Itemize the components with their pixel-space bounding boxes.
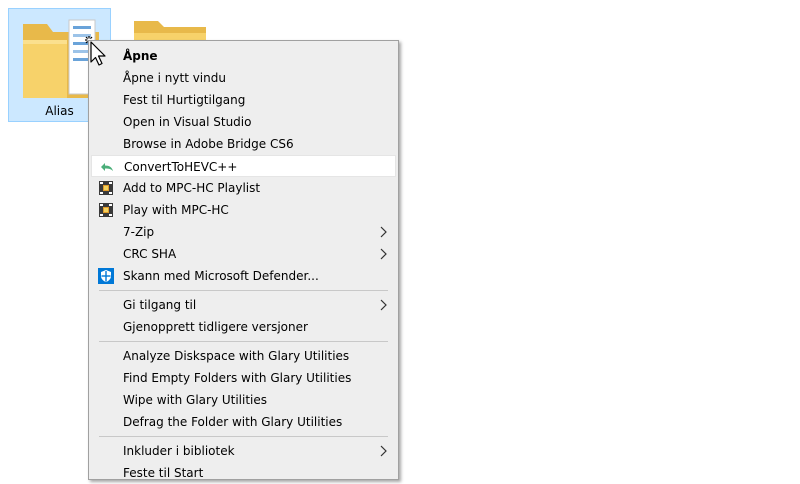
chevron-right-icon [380, 248, 387, 260]
menu-item-label: Skann med Microsoft Defender... [123, 269, 319, 283]
mpc-hc-icon [99, 203, 113, 217]
menu-item-label: Feste til Start [123, 466, 204, 480]
defender-shield-icon [98, 268, 114, 284]
menu-item-analyze-diskspace[interactable]: Analyze Diskspace with Glary Utilities [91, 345, 396, 367]
menu-item-label: Gjenopprett tidligere versjoner [123, 320, 308, 334]
menu-item-label: Find Empty Folders with Glary Utilities [123, 371, 352, 385]
menu-item-defrag[interactable]: Defrag the Folder with Glary Utilities [91, 411, 396, 433]
chevron-right-icon [380, 299, 387, 311]
menu-item-convert-hevc[interactable]: ConvertToHEVC++ [91, 155, 396, 177]
menu-item-label: Wipe with Glary Utilities [123, 393, 268, 407]
menu-item-label: Gi tilgang til [123, 298, 197, 312]
menu-item-label: ConvertToHEVC++ [124, 160, 238, 174]
menu-separator [99, 290, 388, 291]
menu-separator [99, 341, 388, 342]
menu-item-find-empty-folders[interactable]: Find Empty Folders with Glary Utilities [91, 367, 396, 389]
menu-item-wipe[interactable]: Wipe with Glary Utilities [91, 389, 396, 411]
menu-item-label: Inkluder i bibliotek [123, 444, 235, 458]
mpc-hc-icon [99, 181, 113, 195]
menu-item-apne-nytt-vindu[interactable]: Åpne i nytt vindu [91, 67, 396, 89]
menu-item-apne[interactable]: Åpne [91, 45, 396, 67]
menu-item-gjenopprett[interactable]: Gjenopprett tidligere versjoner [91, 316, 396, 338]
menu-item-add-mpc-playlist[interactable]: Add to MPC-HC Playlist [91, 177, 396, 199]
menu-item-label: Open in Visual Studio [123, 115, 252, 129]
context-menu: Åpne Åpne i nytt vindu Fest til Hurtigti… [88, 40, 399, 480]
chevron-right-icon [380, 226, 387, 238]
menu-item-label: Play with MPC-HC [123, 203, 229, 217]
menu-item-open-visual-studio[interactable]: Open in Visual Studio [91, 111, 396, 133]
busy-cursor-icon [85, 36, 106, 66]
menu-item-gi-tilgang[interactable]: Gi tilgang til [91, 294, 396, 316]
menu-item-label: Fest til Hurtigtilgang [123, 93, 246, 107]
menu-item-feste-start[interactable]: Feste til Start [91, 462, 396, 484]
menu-item-label: Defrag the Folder with Glary Utilities [123, 415, 343, 429]
menu-item-browse-adobe-bridge[interactable]: Browse in Adobe Bridge CS6 [91, 133, 396, 155]
menu-item-crc-sha[interactable]: CRC SHA [91, 243, 396, 265]
menu-item-label: Add to MPC-HC Playlist [123, 181, 261, 195]
menu-item-label: Åpne [123, 49, 158, 63]
menu-item-label: 7-Zip [123, 225, 155, 239]
undo-arrow-icon [101, 163, 113, 171]
menu-separator [99, 436, 388, 437]
menu-item-skann-defender[interactable]: Skann med Microsoft Defender... [91, 265, 396, 287]
menu-item-label: Browse in Adobe Bridge CS6 [123, 137, 294, 151]
menu-item-fest-hurtigtilgang[interactable]: Fest til Hurtigtilgang [91, 89, 396, 111]
menu-item-inkluder-bibliotek[interactable]: Inkluder i bibliotek [91, 440, 396, 462]
chevron-right-icon [380, 445, 387, 457]
menu-item-7zip[interactable]: 7-Zip [91, 221, 396, 243]
menu-item-label: CRC SHA [123, 247, 177, 261]
menu-item-label: Åpne i nytt vindu [123, 71, 226, 85]
menu-item-label: Analyze Diskspace with Glary Utilities [123, 349, 350, 363]
menu-item-play-mpc[interactable]: Play with MPC-HC [91, 199, 396, 221]
